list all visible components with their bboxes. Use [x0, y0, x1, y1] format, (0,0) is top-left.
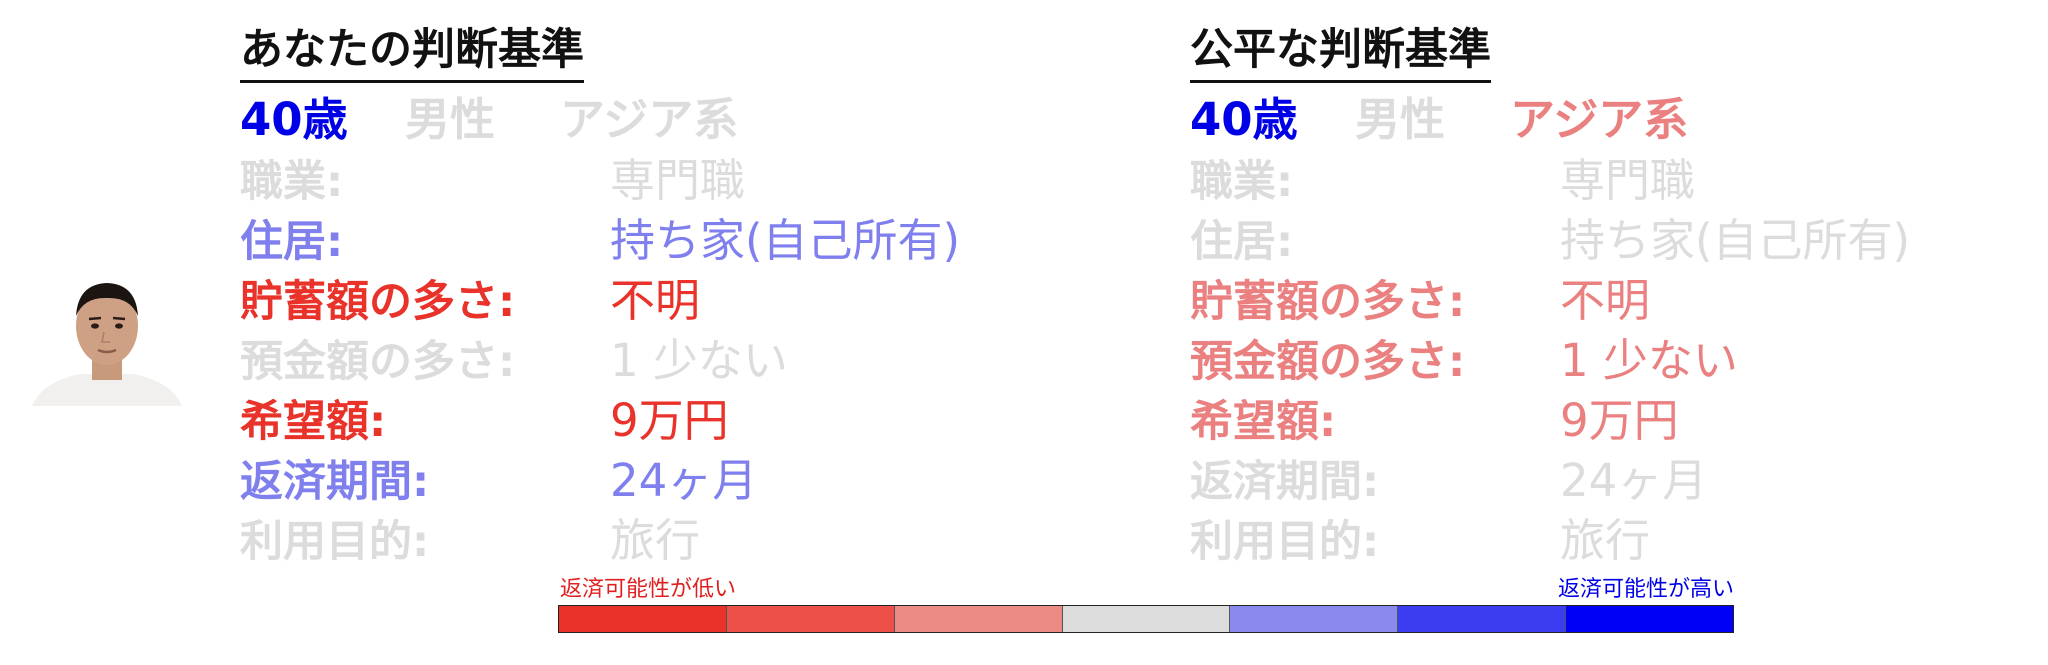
row-savings: 貯蓄額の多さ: 不明	[240, 271, 1060, 331]
row-occupation: 職業: 専門職	[240, 151, 1060, 211]
row-label: 返済期間:	[1190, 457, 1380, 507]
row-housing: 住居: 持ち家(自己所有)	[240, 211, 1060, 271]
row-label: 利用目的:	[240, 517, 430, 567]
row-value: 持ち家(自己所有)	[610, 214, 961, 267]
your-criteria-panel: あなたの判断基準 40歳 男性 アジア系 職業: 専門職 住居: 持ち家(自己所有) 貯…	[240, 22, 1060, 571]
panel-title: あなたの判断基準	[240, 22, 584, 83]
row-deposits: 預金額の多さ: 1 少ない	[1190, 331, 2010, 391]
row-value: 24ヶ月	[610, 454, 758, 507]
row-purpose: 利用目的: 旅行	[1190, 511, 2010, 571]
row-label: 利用目的:	[1190, 517, 1380, 567]
row-value: 24ヶ月	[1560, 454, 1708, 507]
row-requested-amount: 希望額: 9万円	[240, 391, 1060, 451]
scale-segment	[559, 606, 727, 632]
row-value: 持ち家(自己所有)	[1560, 214, 1911, 267]
repayment-likelihood-scale	[558, 605, 1734, 633]
row-value: 9万円	[1560, 394, 1679, 447]
row-purpose: 利用目的: 旅行	[240, 511, 1060, 571]
row-label: 預金額の多さ:	[240, 337, 516, 387]
row-value: 9万円	[610, 394, 729, 447]
row-value: 旅行	[610, 514, 701, 567]
scale-segment	[1230, 606, 1399, 632]
scale-segment	[726, 606, 895, 632]
row-value: 専門職	[610, 154, 746, 207]
row-label: 職業:	[1190, 157, 1294, 207]
gender: 男性	[1355, 93, 1446, 146]
ethnicity: アジア系	[1510, 93, 1689, 146]
row-occupation: 職業: 専門職	[1190, 151, 2010, 211]
scale-segment	[1062, 606, 1231, 632]
row-housing: 住居: 持ち家(自己所有)	[1190, 211, 2010, 271]
age: 40歳	[240, 93, 348, 146]
applicant-photo	[32, 270, 182, 406]
fair-criteria-panel: 公平な判断基準 40歳 男性 アジア系 職業: 専門職 住居: 持ち家(自己所有) 貯蓄…	[1190, 22, 2010, 571]
row-savings: 貯蓄額の多さ: 不明	[1190, 271, 2010, 331]
ethnicity: アジア系	[560, 93, 739, 146]
age: 40歳	[1190, 93, 1298, 146]
row-value: 不明	[610, 274, 701, 327]
gender: 男性	[405, 93, 496, 146]
legend-high-label: 返済可能性が高い	[1557, 577, 1734, 602]
panel-title: 公平な判断基準	[1190, 22, 1491, 83]
row-value: 専門職	[1560, 154, 1696, 207]
scale-segment	[894, 606, 1063, 632]
row-value: 旅行	[1560, 514, 1651, 567]
row-label: 住居:	[240, 217, 344, 267]
row-label: 返済期間:	[240, 457, 430, 507]
row-repayment-period: 返済期間: 24ヶ月	[1190, 451, 2010, 511]
row-label: 預金額の多さ:	[1190, 337, 1466, 387]
row-deposits: 預金額の多さ: 1 少ない	[240, 331, 1060, 391]
row-label: 希望額:	[1190, 397, 1337, 447]
row-label: 貯蓄額の多さ:	[240, 277, 516, 327]
row-repayment-period: 返済期間: 24ヶ月	[240, 451, 1060, 511]
scale-segment	[1398, 606, 1567, 632]
row-label: 希望額:	[240, 397, 387, 447]
demographics: 40歳 男性 アジア系	[240, 89, 1060, 151]
legend-low-label: 返済可能性が低い	[560, 577, 737, 602]
demographics: 40歳 男性 アジア系	[1190, 89, 2010, 151]
scale-segment	[1566, 606, 1734, 632]
row-label: 職業:	[240, 157, 344, 207]
row-value: 不明	[1560, 274, 1651, 327]
row-value: 1 少ない	[610, 334, 788, 387]
row-label: 貯蓄額の多さ:	[1190, 277, 1466, 327]
row-label: 住居:	[1190, 217, 1294, 267]
row-requested-amount: 希望額: 9万円	[1190, 391, 2010, 451]
row-value: 1 少ない	[1560, 334, 1738, 387]
